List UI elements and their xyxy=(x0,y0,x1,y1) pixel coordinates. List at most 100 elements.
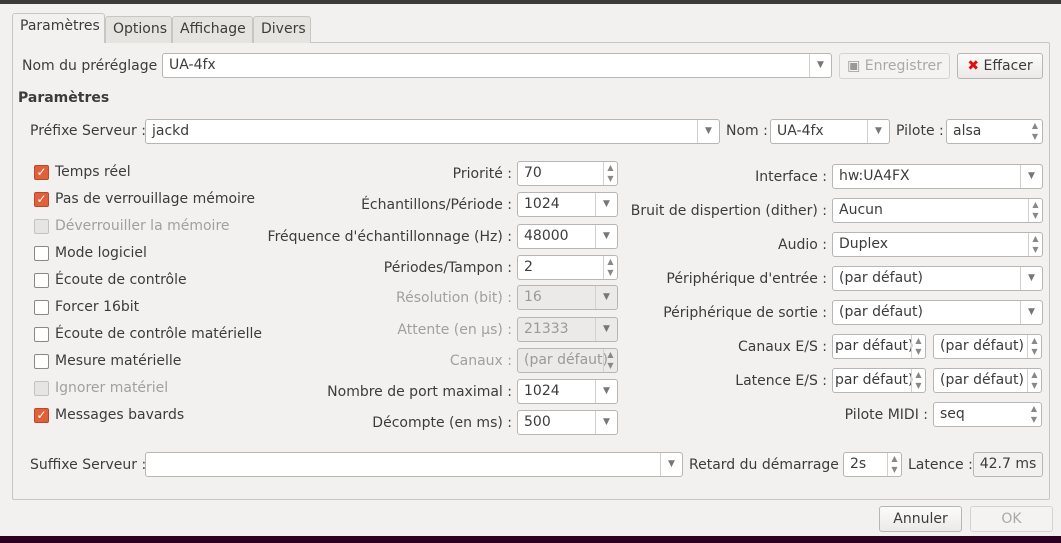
field-value: hw:UA4FX xyxy=(839,168,910,184)
chevron-down-icon: ▼ xyxy=(867,120,889,143)
server-suffix-label: Suffixe Serveur : xyxy=(30,457,147,473)
start-delay-spin[interactable]: 2s ▲ ▼ xyxy=(843,452,902,477)
field-label: Audio : xyxy=(778,237,827,253)
field-value: Aucun xyxy=(839,202,883,218)
chevron-down-icon[interactable]: ▼ xyxy=(595,380,617,403)
updown-icon[interactable]: ▲ ▼ xyxy=(911,335,925,358)
checkbox[interactable] xyxy=(34,273,49,288)
save-label: Enregistrer xyxy=(864,58,942,74)
spin-box[interactable]: Duplex ▲ ▼ xyxy=(832,232,1043,257)
updown-icon[interactable]: ▲ ▼ xyxy=(911,369,925,392)
checkbox[interactable] xyxy=(34,219,49,234)
checkbox-label: Mode logiciel xyxy=(55,245,147,261)
chevron-down-icon: ▼ xyxy=(660,453,682,476)
checkbox-label: Écoute de contrôle xyxy=(55,272,187,288)
field-value: 48000 xyxy=(524,228,569,244)
tab-affichage[interactable]: Affichage xyxy=(172,16,253,43)
updown-icon[interactable]: ▲ ▼ xyxy=(1028,199,1042,222)
field-value: Duplex xyxy=(839,236,889,252)
server-prefix-combo[interactable]: jackd ▼ xyxy=(145,119,720,144)
preset-label: Nom du préréglage : xyxy=(22,58,167,74)
chevron-down-icon[interactable]: ▼ xyxy=(1020,165,1042,188)
updown-icon[interactable]: ▲ ▼ xyxy=(1027,369,1041,392)
field-value: 1024 xyxy=(524,383,560,399)
field-value: (par défaut) xyxy=(839,270,923,286)
field-value: (par défaut) xyxy=(839,304,923,320)
server-prefix-value: jackd xyxy=(152,123,190,139)
tab-divers[interactable]: Divers xyxy=(253,16,311,43)
combo-box[interactable]: (par défaut) ▼ xyxy=(832,300,1043,325)
preset-value: UA-4fx xyxy=(169,57,216,73)
server-suffix-combo[interactable]: ▼ xyxy=(145,452,683,477)
chevron-down-icon[interactable]: ▼ xyxy=(595,411,617,434)
field-label: Résolution (bit) : xyxy=(396,290,512,306)
field-label: Attente (en µs) : xyxy=(397,322,512,338)
driver-label: Pilote : xyxy=(896,123,944,139)
checkbox-label: Temps réel xyxy=(55,164,131,180)
window-top-bar xyxy=(0,0,1061,4)
driver-select[interactable]: alsa ▲ ▼ xyxy=(946,119,1043,144)
checkbox[interactable]: ✓ xyxy=(34,192,49,207)
checkbox[interactable] xyxy=(34,300,49,315)
io-channels-in-value: par défaut) xyxy=(835,338,914,354)
io-latency-out-spin[interactable]: (par défaut) ▲ ▼ xyxy=(933,368,1042,393)
spin-box[interactable]: Aucun ▲ ▼ xyxy=(832,198,1043,223)
updown-icon[interactable]: ▲ ▼ xyxy=(1028,233,1042,256)
combo-box[interactable]: 500 ▼ xyxy=(517,410,618,435)
tab-paramètres[interactable]: Paramètres xyxy=(12,13,105,43)
driver-value: alsa xyxy=(953,123,982,139)
start-delay-value: 2s xyxy=(850,456,867,472)
cancel-button[interactable]: Annuler xyxy=(879,506,962,532)
updown-icon: ▲ ▼ xyxy=(1030,404,1038,424)
io-channels-out-spin[interactable]: (par défaut) ▲ ▼ xyxy=(933,334,1042,359)
checkbox[interactable] xyxy=(34,327,49,342)
spin-box[interactable]: (par défaut) ▲ ▼ xyxy=(517,348,618,373)
checkbox[interactable]: ✓ xyxy=(34,165,49,180)
io-channels-label: Canaux E/S : xyxy=(737,339,827,355)
x-icon: ✖ xyxy=(967,58,980,74)
updown-icon[interactable]: ▲ ▼ xyxy=(887,453,901,476)
checkbox[interactable] xyxy=(34,246,49,261)
midi-driver-select[interactable]: seq ▲ ▼ xyxy=(933,402,1042,427)
name-value: UA-4fx xyxy=(777,123,824,139)
io-latency-in-spin[interactable]: par défaut) ▲ ▼ xyxy=(832,368,926,393)
field-label: Périodes/Tampon : xyxy=(383,260,512,276)
field-label: Échantillons/Période : xyxy=(361,197,512,213)
name-label: Nom : xyxy=(726,123,768,139)
ok-button[interactable]: OK xyxy=(970,506,1053,532)
combo-box[interactable]: 1024 ▼ xyxy=(517,379,618,404)
updown-icon[interactable]: ▲ ▼ xyxy=(1027,335,1041,358)
checkbox[interactable] xyxy=(34,381,49,396)
field-label: Périphérique d'entrée : xyxy=(666,271,827,287)
field-value: 16 xyxy=(524,289,542,305)
io-latency-in-value: par défaut) xyxy=(835,372,914,388)
field-value: 500 xyxy=(524,414,551,430)
chevron-down-icon[interactable]: ▼ xyxy=(1020,301,1042,324)
checkbox-label: Pas de verrouillage mémoire xyxy=(55,191,255,207)
preset-combo[interactable]: UA-4fx ▼ xyxy=(162,53,832,78)
tab-options[interactable]: Options xyxy=(105,16,172,43)
field-label: Canaux : xyxy=(449,353,512,369)
field-label: Priorité : xyxy=(452,166,512,182)
server-prefix-label: Préfixe Serveur : xyxy=(30,123,146,139)
save-button[interactable]: ▣ Enregistrer xyxy=(839,53,950,79)
combo-box[interactable]: (par défaut) ▼ xyxy=(832,266,1043,291)
combo-box[interactable]: hw:UA4FX ▼ xyxy=(832,164,1043,189)
name-combo[interactable]: UA-4fx ▼ xyxy=(770,119,890,144)
start-delay-label: Retard du démarrage : xyxy=(689,457,849,473)
field-label: Décompte (en ms) : xyxy=(372,415,512,431)
updown-icon[interactable]: ▲ ▼ xyxy=(603,349,617,372)
io-channels-in-spin[interactable]: par défaut) ▲ ▼ xyxy=(832,334,926,359)
checkbox[interactable]: ✓ xyxy=(34,408,49,423)
clear-label: Effacer xyxy=(983,58,1033,74)
clear-button[interactable]: ✖ Effacer xyxy=(957,53,1043,79)
checkbox-label: Déverrouiller la mémoire xyxy=(55,218,230,234)
checkbox-label: Mesure matérielle xyxy=(55,353,182,369)
chevron-down-icon[interactable]: ▼ xyxy=(1020,267,1042,290)
chevron-down-icon: ▼ xyxy=(809,54,831,77)
latency-label: Latence : xyxy=(908,457,973,473)
field-label: Interface : xyxy=(755,169,827,185)
checkbox[interactable] xyxy=(34,354,49,369)
field-label: Périphérique de sortie : xyxy=(663,305,827,321)
checkbox-label: Écoute de contrôle matérielle xyxy=(55,326,263,342)
